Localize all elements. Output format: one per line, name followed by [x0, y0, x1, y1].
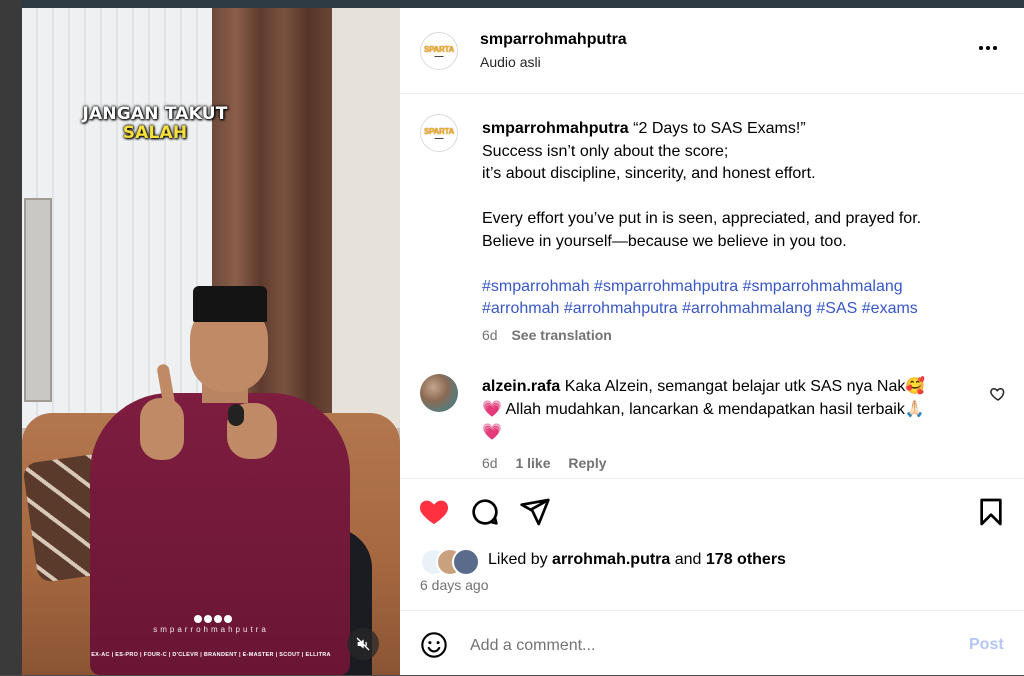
avatar-logo-text: SPARTA — [424, 126, 454, 136]
share-paper-plane-icon[interactable] — [519, 496, 551, 528]
comment-reply-button[interactable]: Reply — [568, 455, 606, 471]
caption-hashtags-line2[interactable]: #arrohmah #arrohmahputra #arrohmahmalang… — [482, 300, 918, 317]
post-caption: smparrohmahputra “2 Days to SAS Exams!” … — [482, 118, 982, 321]
video-social-icons — [194, 615, 234, 625]
caption-line4: Every effort you’ve put in is seen, appr… — [482, 210, 922, 227]
post-actions-bar — [400, 478, 1024, 541]
liked-by-avatars[interactable] — [420, 548, 486, 576]
comment-likes-count[interactable]: 1 like — [515, 455, 550, 471]
comment-like-heart-icon[interactable] — [989, 385, 1007, 403]
video-watermark: smparrohmahputra — [153, 625, 269, 634]
liked-by-text: Liked by arrohmah.putra and 178 others — [488, 551, 786, 569]
page-backdrop-left — [0, 0, 22, 675]
caption-hashtags-line1[interactable]: #smparrohmah #smparrohmahputra #smparroh… — [482, 278, 903, 295]
tiktok-icon — [224, 615, 232, 623]
caption-author-avatar[interactable]: SPARTA ▬▬▬ — [420, 114, 458, 152]
caption-line1: “2 Days to SAS Exams!” — [633, 120, 806, 137]
comment-meta: 6d 1 like Reply — [482, 455, 621, 471]
post-timestamp[interactable]: 6 days ago — [420, 577, 489, 593]
more-dot — [986, 46, 990, 50]
comment-bubble-icon[interactable] — [469, 496, 501, 528]
more-dot — [993, 46, 997, 50]
instagram-icon — [194, 615, 202, 623]
video-person-cap — [193, 286, 267, 322]
liked-by-prefix: Liked by — [488, 551, 548, 568]
comment-text-line1: Kaka Alzein, semangat belajar utk SAS ny… — [564, 378, 906, 395]
liked-by-others[interactable]: 178 others — [706, 551, 786, 568]
more-options-button[interactable] — [975, 38, 1001, 58]
liker-avatar — [452, 548, 480, 576]
video-microphone — [228, 404, 244, 426]
post-video[interactable]: JANGAN TAKUT SALAH smparrohmahputra EX-A… — [22, 8, 400, 675]
commenter-avatar[interactable] — [420, 374, 458, 412]
author-avatar[interactable]: SPARTA ▬▬▬ — [420, 32, 458, 70]
emoji-smiley-icon[interactable] — [420, 631, 448, 659]
post-details-panel: SPARTA ▬▬▬ smparrohmahputra Audio asli S… — [400, 8, 1024, 675]
liked-by-user[interactable]: arrohmah.putra — [552, 551, 670, 568]
smiling-hearts-emoji: 🥰 — [905, 378, 926, 395]
liked-by-and: and — [674, 551, 702, 568]
post-header: SPARTA ▬▬▬ smparrohmahputra Audio asli — [400, 8, 1024, 94]
audio-label[interactable]: Audio asli — [480, 54, 541, 70]
pink-heart-emoji: 💗 — [482, 424, 502, 441]
praying-hands-emoji: 🙏🏻 — [904, 401, 925, 418]
video-programs-footer: EX-AC | ES-PRO | FOUR-C | D'CLEVR | BRAN… — [91, 652, 331, 658]
mute-toggle-button[interactable] — [347, 628, 379, 660]
muted-speaker-icon — [356, 637, 370, 651]
more-dot — [979, 46, 983, 50]
post-comment-button[interactable]: Post — [969, 636, 1004, 654]
save-bookmark-icon[interactable] — [975, 496, 1007, 528]
comment-text: alzein.rafa Kaka Alzein, semangat belaja… — [482, 375, 962, 444]
caption-username[interactable]: smparrohmahputra — [482, 120, 629, 137]
caption-line5: Believe in yourself—because we believe i… — [482, 232, 847, 250]
caption-meta: 6d See translation — [482, 327, 612, 343]
author-username[interactable]: smparrohmahputra — [480, 31, 627, 49]
pink-heart-emoji: 💗 — [482, 401, 502, 418]
page-backdrop — [0, 0, 1024, 8]
commenter-username[interactable]: alzein.rafa — [482, 378, 560, 395]
see-translation-link[interactable]: See translation — [511, 327, 611, 343]
avatar-logo-subtext: ▬▬▬ — [434, 135, 444, 140]
comment-age[interactable]: 6d — [482, 455, 498, 471]
comment-text-line2: Allah mudahkan, lancarkan & mendapatkan … — [505, 401, 905, 418]
video-caption-line1: JANGAN TAKUT — [82, 104, 228, 124]
video-wall — [332, 8, 400, 428]
like-heart-icon[interactable] — [418, 496, 450, 528]
caption-age[interactable]: 6d — [482, 327, 498, 343]
facebook-icon — [204, 615, 212, 623]
youtube-icon — [214, 615, 222, 623]
caption-line3: it’s about discipline, sincerity, and ho… — [482, 165, 816, 182]
add-comment-bar: Post — [400, 610, 1024, 676]
video-caption-line2: SALAH — [122, 123, 188, 143]
avatar-logo-text: SPARTA — [424, 44, 454, 54]
add-comment-input[interactable] — [468, 632, 952, 660]
caption-line2: Success isn’t only about the score; — [482, 142, 729, 160]
avatar-logo-subtext: ▬▬▬ — [434, 53, 444, 58]
video-person-hand-left — [140, 398, 184, 460]
video-window-frame — [24, 198, 52, 402]
